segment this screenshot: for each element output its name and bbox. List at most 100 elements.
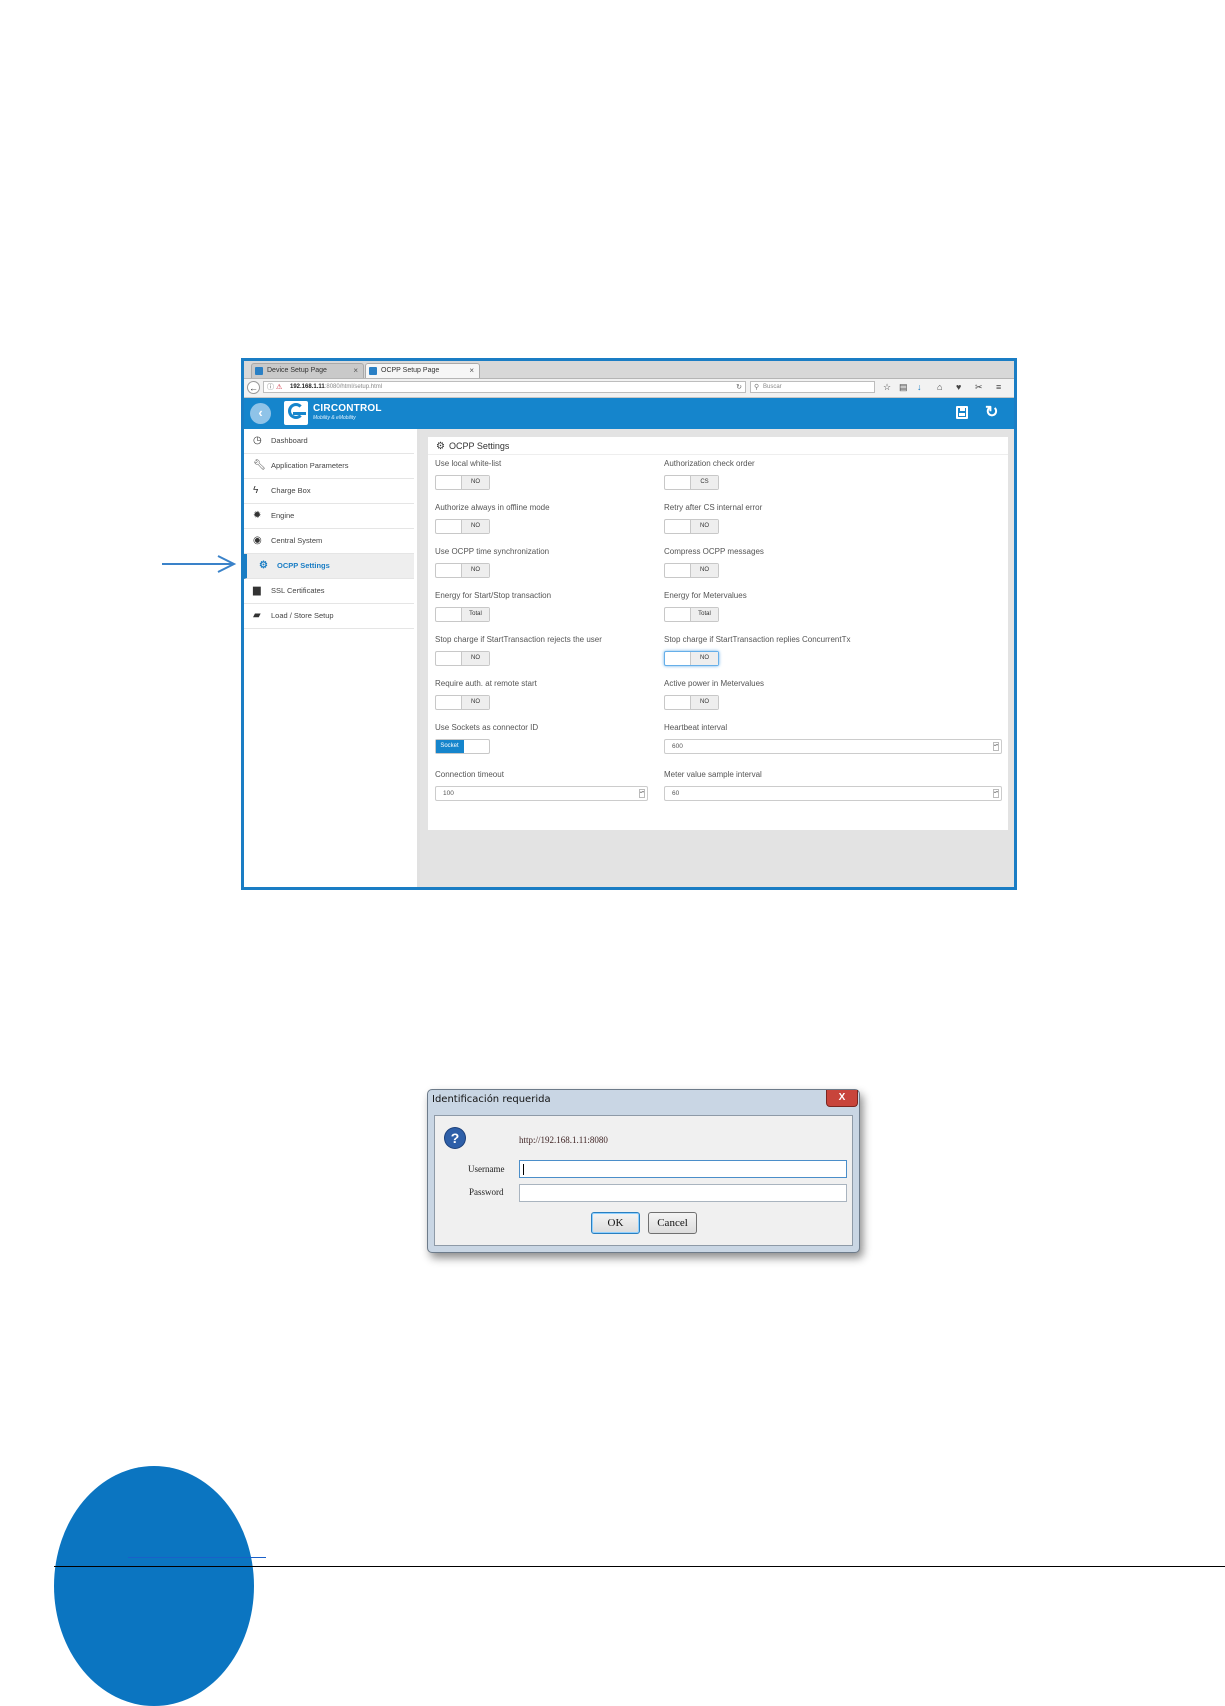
sidebar-item-load-store-setup[interactable]: ▰ Load / Store Setup [244, 604, 414, 629]
tab-ocpp-setup[interactable]: OCPP Setup Page × [365, 363, 480, 378]
dialog-title: Identificación requerida [432, 1094, 551, 1105]
main-content: ⚙ OCPP Settings Use local white-list NO A… [420, 429, 1014, 887]
toggle-value: NO [690, 520, 718, 533]
input-value: 100 [443, 790, 454, 797]
field-label-compress-ocpp: Compress OCPP messages [664, 547, 764, 556]
sidebar-item-application-parameters[interactable]: 🔧︎ Application Parameters [244, 454, 414, 479]
ocpp-settings-panel: ⚙ OCPP Settings Use local white-list NO A… [428, 437, 1008, 830]
dialog-body: ? http://192.168.1.11:8080 Username Pass… [434, 1115, 853, 1246]
reader-icon[interactable]: ▤ [899, 381, 908, 394]
password-field[interactable] [519, 1184, 847, 1202]
dialog-close-button[interactable]: X [826, 1090, 858, 1107]
page-favicon-icon [255, 367, 263, 375]
gear-icon: ⚙ [436, 441, 445, 452]
save-icon[interactable] [956, 406, 968, 419]
download-icon[interactable]: ↓ [917, 381, 922, 394]
browser-back-icon[interactable]: ← [247, 381, 260, 394]
sidebar-item-label: Charge Box [271, 486, 311, 495]
field-label-energy-metervalues: Energy for Metervalues [664, 591, 747, 600]
toggle-authorize-offline[interactable]: NO [435, 519, 490, 534]
tab-close-icon[interactable]: × [469, 364, 474, 378]
circontrol-logo [284, 401, 308, 425]
refresh-icon[interactable]: ↻ [985, 402, 998, 422]
extension-icon[interactable]: ✂ [975, 381, 983, 394]
field-label-connection-timeout: Connection timeout [435, 770, 504, 779]
meter-sample-interval-input[interactable]: 60 ▴▾ [664, 786, 1002, 801]
sidebar-item-label: Load / Store Setup [271, 611, 334, 620]
field-label-authorize-offline: Authorize always in offline mode [435, 503, 550, 512]
tab-bar: Device Setup Page × OCPP Setup Page × [244, 361, 1014, 379]
toggle-stop-concurrenttx[interactable]: NO [664, 651, 719, 666]
sidebar-item-central-system[interactable]: ◉ Central System [244, 529, 414, 554]
toggle-ocpp-time-sync[interactable]: NO [435, 563, 490, 578]
sidebar-item-engine[interactable]: ✹ Engine [244, 504, 414, 529]
toggle-use-sockets[interactable]: Socket [435, 739, 490, 754]
toggle-stop-rejects-user[interactable]: NO [435, 651, 490, 666]
tab-device-setup[interactable]: Device Setup Page × [251, 363, 364, 378]
brand-name: CIRCONTROL [313, 403, 382, 414]
toggle-energy-start-stop[interactable]: Total [435, 607, 490, 622]
browser-screenshot: Device Setup Page × OCPP Setup Page × ← … [241, 358, 1017, 890]
toggle-value: NO [461, 564, 489, 577]
toggle-value: NO [690, 696, 718, 709]
app-back-button[interactable]: ‹ [250, 403, 271, 424]
toggle-value: NO [461, 696, 489, 709]
star-icon[interactable]: ☆ [883, 381, 891, 394]
spinner-icon[interactable]: ▴▾ [993, 742, 999, 751]
toggle-value: NO [461, 652, 489, 665]
toggle-retry-after-cs-error[interactable]: NO [664, 519, 719, 534]
search-input[interactable]: ⚲ Buscar [750, 381, 875, 393]
password-label: Password [469, 1187, 504, 1197]
folder-open-icon: ▰ [253, 610, 261, 621]
toggle-energy-metervalues[interactable]: Total [664, 607, 719, 622]
url-bar[interactable]: ⓘ ⚠ 192.168.1.11:8080/html/setup.html ↻ [263, 381, 746, 393]
toggle-value: NO [690, 564, 718, 577]
toggle-use-local-white-list[interactable]: NO [435, 475, 490, 490]
tab-close-icon[interactable]: × [353, 364, 358, 378]
toggle-value: Socket [436, 740, 464, 753]
sidebar-item-ssl-certificates[interactable]: ▆ SSL Certificates [244, 579, 414, 604]
tab-label: OCPP Setup Page [381, 367, 440, 374]
toggle-value: Total [690, 608, 718, 621]
toggle-authorization-check-order[interactable]: CS [664, 475, 719, 490]
toggle-require-auth-remote[interactable]: NO [435, 695, 490, 710]
toggle-value: NO [461, 520, 489, 533]
login-dialog: Identificación requerida X ? http://192.… [427, 1089, 860, 1253]
toggle-value: NO [690, 652, 718, 665]
panel-title: ⚙ OCPP Settings [436, 441, 509, 452]
cancel-button[interactable]: Cancel [648, 1212, 697, 1234]
sidebar-item-dashboard[interactable]: ◷ Dashboard [244, 429, 414, 454]
url-host: 192.168.1.11 [290, 384, 325, 390]
sidebar-item-label: Engine [271, 511, 295, 520]
wrench-icon: 🔧︎ [253, 460, 266, 471]
tab-label: Device Setup Page [267, 367, 327, 374]
home-icon[interactable]: ⌂ [937, 381, 942, 394]
dashboard-icon: ◷ [253, 435, 262, 446]
field-label-require-auth-remote: Require auth. at remote start [435, 679, 537, 688]
ok-button[interactable]: OK [591, 1212, 640, 1234]
bolt-icon: ϟ [253, 485, 259, 496]
sidebar-item-label: OCPP Settings [277, 561, 330, 570]
pocket-icon[interactable]: ♥ [956, 381, 961, 394]
gear-icon: ⚙ [259, 560, 268, 571]
dialog-url: http://192.168.1.11:8080 [519, 1135, 608, 1145]
brand-tagline: Mobility & eMobility [313, 415, 356, 421]
menu-icon[interactable]: ≡ [996, 381, 1001, 394]
sidebar-item-ocpp-settings[interactable]: ⚙ OCPP Settings [244, 554, 414, 579]
search-icon: ⚲ [754, 384, 760, 391]
page-favicon-icon [369, 367, 377, 375]
spinner-icon[interactable]: ▴▾ [639, 789, 645, 798]
heartbeat-interval-input[interactable]: 600 ▴▾ [664, 739, 1002, 754]
connection-timeout-input[interactable]: 100 ▴▾ [435, 786, 648, 801]
field-label-use-local-white-list: Use local white-list [435, 459, 502, 468]
toggle-active-power[interactable]: NO [664, 695, 719, 710]
field-label-ocpp-time-sync: Use OCPP time synchronization [435, 547, 550, 556]
field-label-meter-sample-interval: Meter value sample interval [664, 770, 762, 779]
sidebar-item-charge-box[interactable]: ϟ Charge Box [244, 479, 414, 504]
field-label-stop-concurrenttx: Stop charge if StartTransaction replies … [664, 635, 851, 644]
spinner-icon[interactable]: ▴▾ [993, 789, 999, 798]
username-label: Username [468, 1164, 505, 1174]
reload-icon[interactable]: ↻ [736, 382, 742, 393]
username-field[interactable] [519, 1160, 847, 1178]
toggle-compress-ocpp[interactable]: NO [664, 563, 719, 578]
